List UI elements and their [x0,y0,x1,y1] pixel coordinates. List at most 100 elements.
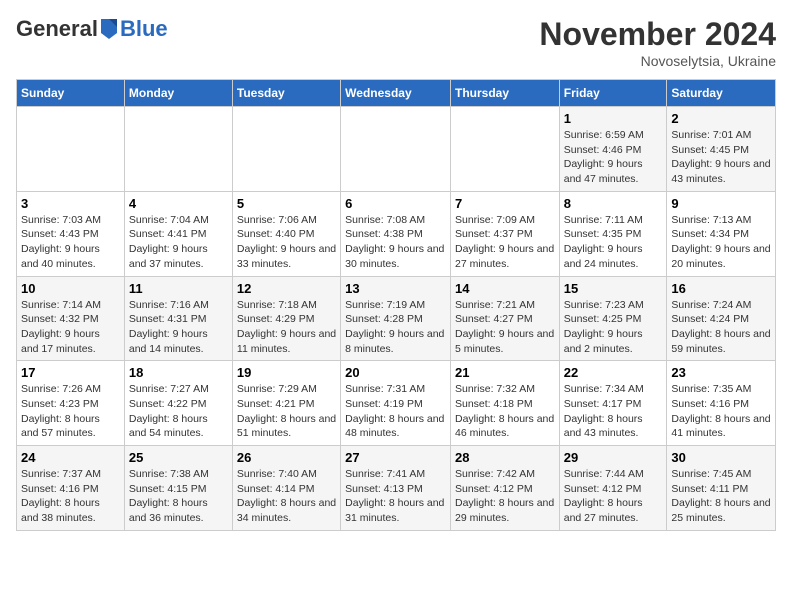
day-number: 1 [564,111,663,126]
calendar-cell: 14 Sunrise: 7:21 AM Sunset: 4:27 PM Dayli… [450,276,559,361]
day-number: 5 [237,196,336,211]
calendar-cell [341,107,451,192]
calendar-cell: 6 Sunrise: 7:08 AM Sunset: 4:38 PM Daylig… [341,191,451,276]
day-number: 17 [21,365,120,380]
day-info: Sunrise: 7:44 AM Sunset: 4:12 PM Dayligh… [564,467,663,526]
calendar-week-row: 1 Sunrise: 6:59 AM Sunset: 4:46 PM Daylig… [17,107,776,192]
day-info: Sunrise: 7:01 AM Sunset: 4:45 PM Dayligh… [671,128,771,187]
day-info: Sunrise: 7:26 AM Sunset: 4:23 PM Dayligh… [21,382,120,441]
calendar-week-row: 17 Sunrise: 7:26 AM Sunset: 4:23 PM Dayli… [17,361,776,446]
day-info: Sunrise: 7:27 AM Sunset: 4:22 PM Dayligh… [129,382,228,441]
day-number: 6 [345,196,446,211]
day-number: 16 [671,281,771,296]
header-friday: Friday [559,80,667,107]
day-number: 25 [129,450,228,465]
day-number: 9 [671,196,771,211]
calendar-table: Sunday Monday Tuesday Wednesday Thursday… [16,79,776,531]
day-info: Sunrise: 7:21 AM Sunset: 4:27 PM Dayligh… [455,298,555,357]
logo-icon [99,17,119,41]
day-info: Sunrise: 7:24 AM Sunset: 4:24 PM Dayligh… [671,298,771,357]
calendar-cell: 27Sunrise: 7:41 AM Sunset: 4:13 PM Dayli… [341,446,451,531]
calendar-cell: 23 Sunrise: 7:35 AM Sunset: 4:16 PM Dayli… [667,361,776,446]
day-number: 2 [671,111,771,126]
calendar-cell: 26 Sunrise: 7:40 AM Sunset: 4:14 PM Dayli… [232,446,340,531]
header-wednesday: Wednesday [341,80,451,107]
calendar-cell: 30 Sunrise: 7:45 AM Sunset: 4:11 PM Dayli… [667,446,776,531]
calendar-cell: 7Sunrise: 7:09 AM Sunset: 4:37 PM Daylig… [450,191,559,276]
day-number: 24 [21,450,120,465]
calendar-cell: 21 Sunrise: 7:32 AM Sunset: 4:18 PM Dayli… [450,361,559,446]
header-tuesday: Tuesday [232,80,340,107]
day-info: Sunrise: 7:40 AM Sunset: 4:14 PM Dayligh… [237,467,336,526]
calendar-cell: 20Sunrise: 7:31 AM Sunset: 4:19 PM Dayli… [341,361,451,446]
day-info: Sunrise: 6:59 AM Sunset: 4:46 PM Dayligh… [564,128,663,187]
day-info: Sunrise: 7:06 AM Sunset: 4:40 PM Dayligh… [237,213,336,272]
day-number: 7 [455,196,555,211]
calendar-cell [124,107,232,192]
day-info: Sunrise: 7:32 AM Sunset: 4:18 PM Dayligh… [455,382,555,441]
calendar-cell: 9Sunrise: 7:13 AM Sunset: 4:34 PM Daylig… [667,191,776,276]
day-number: 20 [345,365,446,380]
calendar-cell [17,107,125,192]
calendar-week-row: 3 Sunrise: 7:03 AM Sunset: 4:43 PM Daylig… [17,191,776,276]
day-number: 8 [564,196,663,211]
day-number: 11 [129,281,228,296]
title-block: November 2024 Novoselytsia, Ukraine [539,16,776,69]
day-info: Sunrise: 7:14 AM Sunset: 4:32 PM Dayligh… [21,298,120,357]
day-info: Sunrise: 7:03 AM Sunset: 4:43 PM Dayligh… [21,213,120,272]
day-number: 23 [671,365,771,380]
day-info: Sunrise: 7:45 AM Sunset: 4:11 PM Dayligh… [671,467,771,526]
day-number: 22 [564,365,663,380]
calendar-cell [232,107,340,192]
calendar-week-row: 24 Sunrise: 7:37 AM Sunset: 4:16 PM Dayli… [17,446,776,531]
day-number: 13 [345,281,446,296]
day-info: Sunrise: 7:18 AM Sunset: 4:29 PM Dayligh… [237,298,336,357]
month-title: November 2024 [539,16,776,53]
calendar-week-row: 10 Sunrise: 7:14 AM Sunset: 4:32 PM Dayli… [17,276,776,361]
calendar-cell: 24 Sunrise: 7:37 AM Sunset: 4:16 PM Dayli… [17,446,125,531]
day-number: 21 [455,365,555,380]
header-sunday: Sunday [17,80,125,107]
day-number: 15 [564,281,663,296]
day-number: 10 [21,281,120,296]
logo-general: General [16,16,98,42]
header-monday: Monday [124,80,232,107]
calendar-cell: 8Sunrise: 7:11 AM Sunset: 4:35 PM Daylig… [559,191,667,276]
header-saturday: Saturday [667,80,776,107]
calendar-cell: 3 Sunrise: 7:03 AM Sunset: 4:43 PM Daylig… [17,191,125,276]
page-header: General Blue November 2024 Novoselytsia,… [16,16,776,69]
calendar-cell: 16 Sunrise: 7:24 AM Sunset: 4:24 PM Dayli… [667,276,776,361]
calendar-cell: 19Sunrise: 7:29 AM Sunset: 4:21 PM Dayli… [232,361,340,446]
day-info: Sunrise: 7:42 AM Sunset: 4:12 PM Dayligh… [455,467,555,526]
day-info: Sunrise: 7:38 AM Sunset: 4:15 PM Dayligh… [129,467,228,526]
calendar-cell: 28 Sunrise: 7:42 AM Sunset: 4:12 PM Dayli… [450,446,559,531]
day-number: 26 [237,450,336,465]
day-info: Sunrise: 7:19 AM Sunset: 4:28 PM Dayligh… [345,298,446,357]
day-info: Sunrise: 7:04 AM Sunset: 4:41 PM Dayligh… [129,213,228,272]
calendar-cell: 1 Sunrise: 6:59 AM Sunset: 4:46 PM Daylig… [559,107,667,192]
day-info: Sunrise: 7:41 AM Sunset: 4:13 PM Dayligh… [345,467,446,526]
calendar-cell: 13 Sunrise: 7:19 AM Sunset: 4:28 PM Dayli… [341,276,451,361]
calendar-cell: 25 Sunrise: 7:38 AM Sunset: 4:15 PM Dayli… [124,446,232,531]
logo: General Blue [16,16,168,42]
calendar-cell [450,107,559,192]
calendar-cell: 5 Sunrise: 7:06 AM Sunset: 4:40 PM Daylig… [232,191,340,276]
day-info: Sunrise: 7:37 AM Sunset: 4:16 PM Dayligh… [21,467,120,526]
calendar-cell: 22Sunrise: 7:34 AM Sunset: 4:17 PM Dayli… [559,361,667,446]
day-info: Sunrise: 7:29 AM Sunset: 4:21 PM Dayligh… [237,382,336,441]
day-number: 14 [455,281,555,296]
day-number: 12 [237,281,336,296]
day-number: 4 [129,196,228,211]
day-number: 3 [21,196,120,211]
calendar-cell: 10 Sunrise: 7:14 AM Sunset: 4:32 PM Dayli… [17,276,125,361]
day-info: Sunrise: 7:08 AM Sunset: 4:38 PM Dayligh… [345,213,446,272]
header-thursday: Thursday [450,80,559,107]
calendar-cell: 18Sunrise: 7:27 AM Sunset: 4:22 PM Dayli… [124,361,232,446]
calendar-cell: 11Sunrise: 7:16 AM Sunset: 4:31 PM Dayli… [124,276,232,361]
day-number: 30 [671,450,771,465]
calendar-cell: 4 Sunrise: 7:04 AM Sunset: 4:41 PM Daylig… [124,191,232,276]
day-info: Sunrise: 7:35 AM Sunset: 4:16 PM Dayligh… [671,382,771,441]
day-number: 29 [564,450,663,465]
day-number: 28 [455,450,555,465]
calendar-cell: 12 Sunrise: 7:18 AM Sunset: 4:29 PM Dayli… [232,276,340,361]
